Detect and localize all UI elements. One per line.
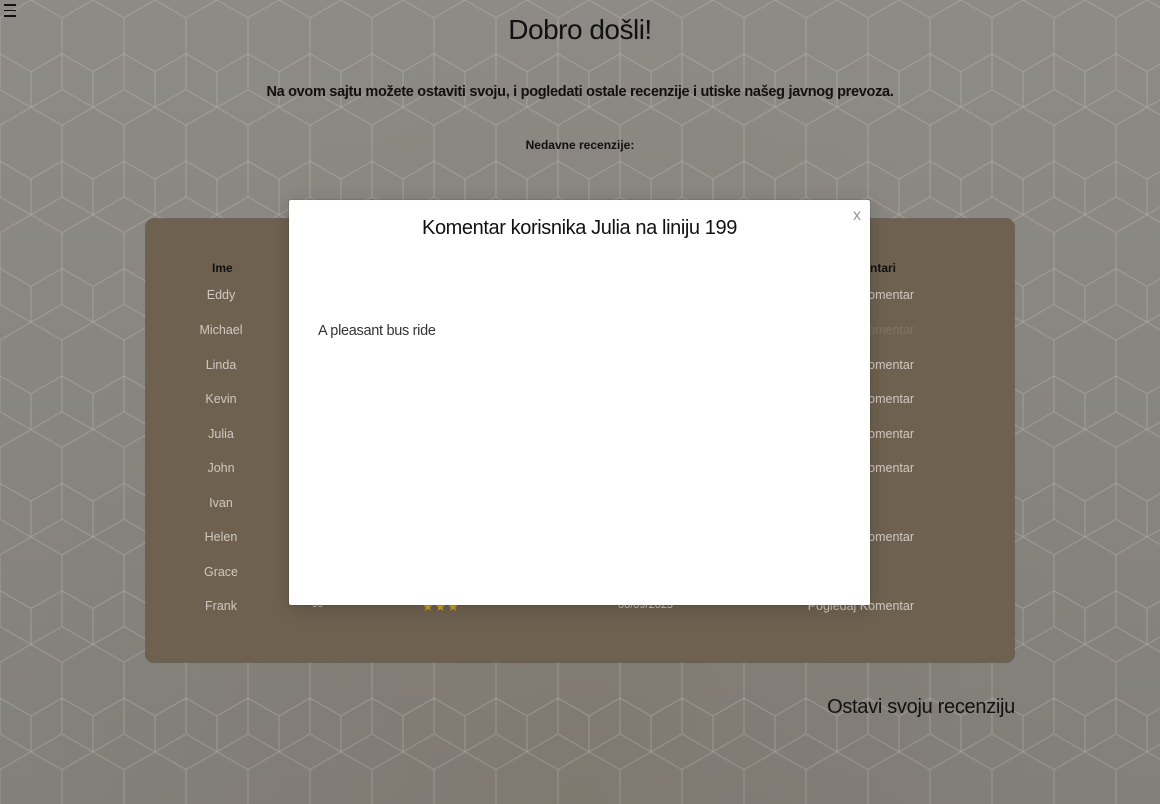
row-name: Grace [203, 565, 239, 579]
close-icon[interactable]: x [853, 207, 861, 225]
row-name: Linda [205, 358, 237, 372]
row-name: Kevin [205, 392, 237, 406]
comment-modal: Komentar korisnika Julia na liniju 199 x… [289, 200, 870, 605]
recent-reviews-label: Nedavne recenzije: [525, 138, 635, 152]
row-name: Ivan [209, 496, 233, 510]
leave-review-link[interactable]: Ostavi svoju recenziju [827, 696, 1015, 719]
hamburger-menu-icon[interactable] [4, 4, 16, 20]
row-name: Helen [204, 530, 238, 544]
modal-comment-text: A pleasant bus ride [318, 323, 436, 339]
modal-title: Komentar korisnika Julia na liniju 199 [422, 217, 737, 239]
column-header-name: Ime [212, 261, 233, 275]
row-name: Michael [199, 323, 243, 337]
view-comment-link[interactable]: omentar [868, 323, 914, 337]
page-title: Dobro došli! [508, 14, 652, 45]
row-name: Eddy [206, 288, 236, 302]
row-name: Julia [208, 427, 234, 441]
row-name: John [207, 461, 235, 475]
page-subtitle: Na ovom sajtu možete ostaviti svoju, i p… [266, 84, 894, 100]
row-name: Frank [205, 599, 237, 613]
